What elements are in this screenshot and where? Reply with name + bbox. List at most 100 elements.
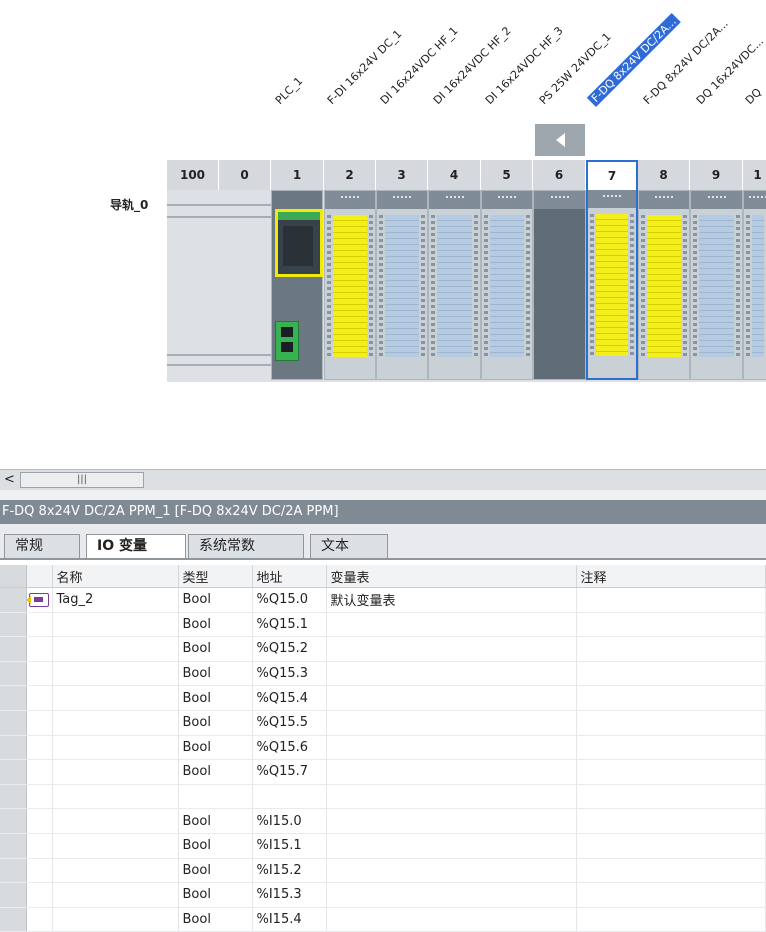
row-header[interactable]: [0, 587, 27, 613]
cell-name[interactable]: [52, 882, 179, 908]
cell-address[interactable]: %I15.2: [252, 858, 327, 884]
scrollbar-thumb[interactable]: |||: [20, 472, 144, 488]
cell-address[interactable]: %Q15.7: [252, 759, 327, 785]
cell-type[interactable]: Bool: [178, 858, 253, 884]
cell-comment[interactable]: [576, 808, 766, 834]
cell-tag-table[interactable]: [326, 661, 577, 687]
table-row[interactable]: Bool %Q15.5: [0, 710, 766, 736]
cell-comment[interactable]: [576, 907, 766, 932]
slot-number[interactable]: 8: [638, 160, 690, 190]
module-io[interactable]: [690, 190, 743, 380]
tab-system-constants[interactable]: 系统常数: [188, 534, 304, 558]
cell-type[interactable]: Bool: [178, 587, 253, 613]
scroll-left-arrow-icon[interactable]: <: [2, 472, 17, 487]
slot-number[interactable]: 7: [586, 160, 638, 190]
cell-type[interactable]: Bool: [178, 685, 253, 711]
cell-name[interactable]: [52, 661, 179, 687]
cell-name[interactable]: [52, 612, 179, 638]
cell-type[interactable]: Bool: [178, 636, 253, 662]
row-header[interactable]: [0, 808, 27, 834]
cell-type[interactable]: Bool: [178, 759, 253, 785]
slot-number[interactable]: 9: [690, 160, 743, 190]
table-row[interactable]: [0, 784, 766, 810]
slot-number[interactable]: 100: [167, 160, 219, 190]
module-io[interactable]: [324, 190, 376, 380]
cell-comment[interactable]: [576, 587, 766, 613]
slot-number[interactable]: 1: [743, 160, 766, 190]
cell-address[interactable]: %Q15.5: [252, 710, 327, 736]
scroll-modules-left-button[interactable]: [535, 124, 585, 156]
row-header[interactable]: [0, 710, 27, 736]
cell-address[interactable]: %Q15.0: [252, 587, 327, 613]
column-header-address[interactable]: 地址: [252, 565, 327, 588]
cell-address[interactable]: [252, 784, 327, 810]
cell-tag-table[interactable]: [326, 808, 577, 834]
cell-tag-table[interactable]: [326, 759, 577, 785]
cell-comment[interactable]: [576, 685, 766, 711]
module-io[interactable]: [743, 190, 766, 380]
slot-number[interactable]: 6: [533, 160, 586, 190]
slot-number[interactable]: 4: [428, 160, 481, 190]
cell-name[interactable]: [52, 636, 179, 662]
cell-address[interactable]: %Q15.4: [252, 685, 327, 711]
cell-name[interactable]: [52, 907, 179, 932]
cell-tag-table[interactable]: [326, 784, 577, 810]
row-header[interactable]: [0, 685, 27, 711]
row-header[interactable]: [0, 907, 27, 932]
cell-type[interactable]: Bool: [178, 833, 253, 859]
row-header[interactable]: [0, 784, 27, 810]
tab-general[interactable]: 常规: [4, 534, 80, 558]
module-label[interactable]: DQ: [743, 86, 764, 107]
cell-tag-table[interactable]: [326, 710, 577, 736]
table-row[interactable]: Bool %Q15.4: [0, 685, 766, 711]
module-io[interactable]: [638, 190, 690, 380]
row-header[interactable]: [0, 882, 27, 908]
cell-name[interactable]: [52, 808, 179, 834]
cell-type[interactable]: Bool: [178, 735, 253, 761]
slot-number[interactable]: 3: [376, 160, 428, 190]
row-header[interactable]: [0, 661, 27, 687]
cell-address[interactable]: %I15.3: [252, 882, 327, 908]
tab-texts[interactable]: 文本: [310, 534, 388, 558]
table-row[interactable]: Bool %I15.2: [0, 858, 766, 884]
panel-splitter[interactable]: [0, 490, 766, 500]
slot-number[interactable]: 0: [219, 160, 271, 190]
cell-address[interactable]: %I15.0: [252, 808, 327, 834]
column-header-comment[interactable]: 注释: [576, 565, 766, 588]
table-row[interactable]: Bool %Q15.7: [0, 759, 766, 785]
table-row[interactable]: Bool %Q15.3: [0, 661, 766, 687]
cell-comment[interactable]: [576, 882, 766, 908]
table-row[interactable]: Tag_2 Bool %Q15.0 默认变量表: [0, 587, 766, 613]
table-row[interactable]: Bool %I15.4: [0, 907, 766, 932]
cell-comment[interactable]: [576, 636, 766, 662]
cell-address[interactable]: %Q15.2: [252, 636, 327, 662]
cell-tag-table[interactable]: [326, 612, 577, 638]
cell-name[interactable]: [52, 685, 179, 711]
cell-tag-table[interactable]: [326, 685, 577, 711]
row-header[interactable]: [0, 759, 27, 785]
cell-name[interactable]: Tag_2: [52, 587, 179, 613]
row-header[interactable]: [0, 858, 27, 884]
device-view[interactable]: PLC_1 F-DI 16x24V DC_1 DI 16x24VDC HF_1 DI …: [0, 0, 766, 468]
cell-comment[interactable]: [576, 784, 766, 810]
module-label[interactable]: F-DQ 8x24V DC/2A...: [586, 12, 681, 107]
device-view-hscrollbar[interactable]: < |||: [0, 469, 766, 490]
module-io[interactable]: [586, 190, 638, 380]
table-row[interactable]: Bool %I15.0: [0, 808, 766, 834]
module-io[interactable]: [481, 190, 533, 380]
cell-type[interactable]: [178, 784, 253, 810]
cell-address[interactable]: %I15.1: [252, 833, 327, 859]
row-header[interactable]: [0, 612, 27, 638]
module-plc-cpu[interactable]: [271, 190, 323, 380]
column-header-name[interactable]: 名称: [52, 565, 179, 588]
cell-address[interactable]: %Q15.1: [252, 612, 327, 638]
cell-type[interactable]: Bool: [178, 808, 253, 834]
cell-tag-table[interactable]: [326, 636, 577, 662]
cell-comment[interactable]: [576, 710, 766, 736]
cell-comment[interactable]: [576, 612, 766, 638]
cell-type[interactable]: Bool: [178, 612, 253, 638]
cell-name[interactable]: [52, 735, 179, 761]
table-row[interactable]: Bool %Q15.1: [0, 612, 766, 638]
row-header[interactable]: [0, 636, 27, 662]
table-row[interactable]: Bool %I15.3: [0, 882, 766, 908]
